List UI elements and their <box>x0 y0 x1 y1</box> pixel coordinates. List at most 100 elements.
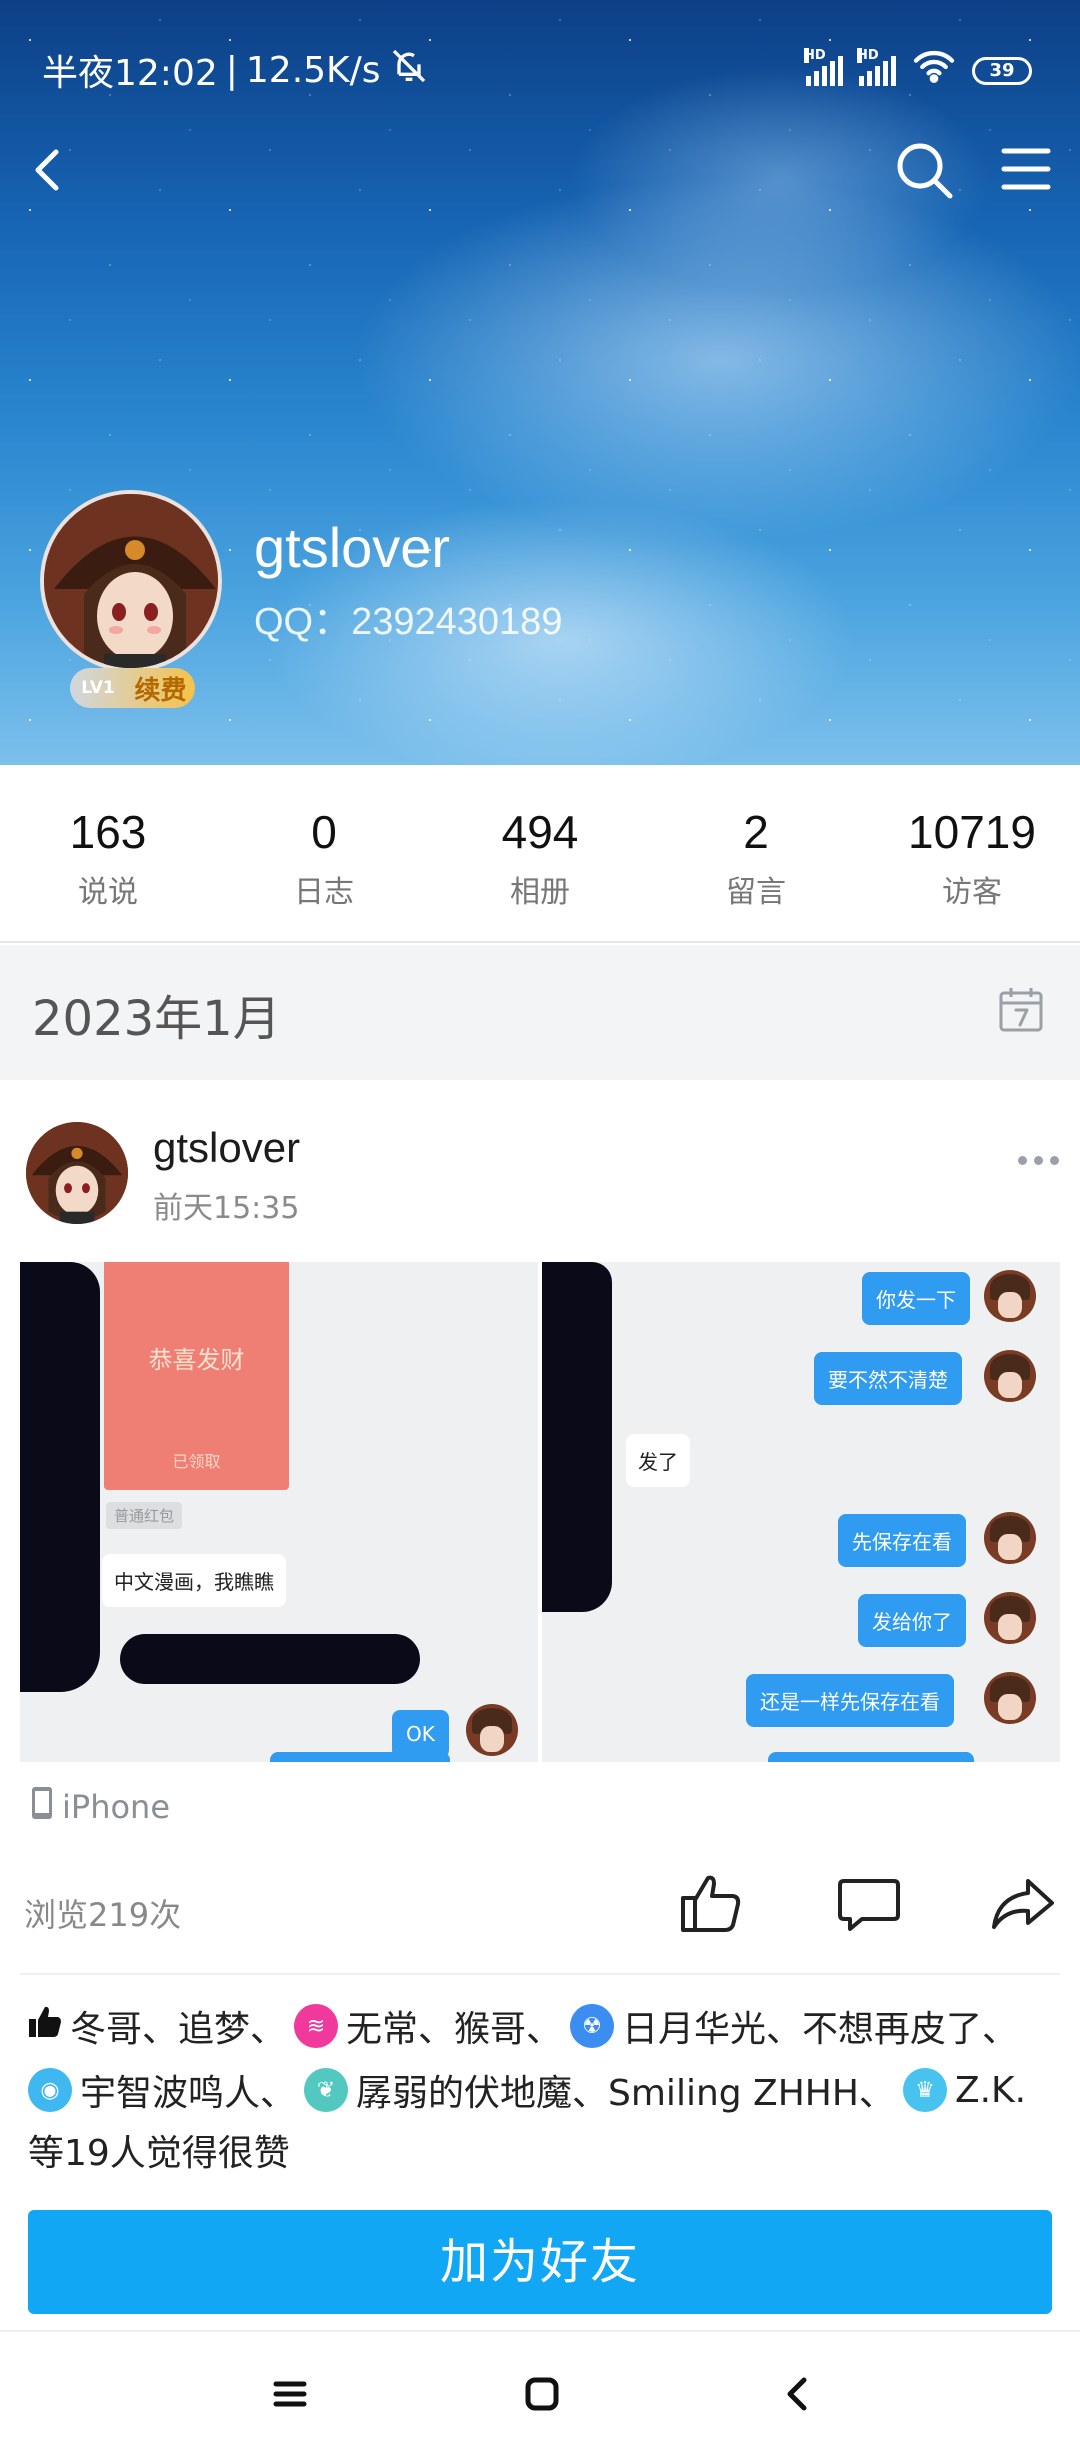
month-label: 2023年1月 <box>32 991 281 1047</box>
like-button[interactable] <box>678 1870 744 1936</box>
home-button[interactable] <box>524 2376 560 2412</box>
liker-names[interactable]: 日月华光、不想再皮了、 <box>622 2000 1018 2052</box>
device-name: iPhone <box>62 1788 171 1826</box>
chat-bubble: OK <box>392 1710 449 1758</box>
muted-bell-icon <box>389 46 429 95</box>
network-speed: 12.5K/s <box>245 49 381 91</box>
vip-badge-icon: ≋ <box>294 2004 339 2048</box>
phone-icon <box>30 1786 54 1828</box>
redaction-scribble <box>120 1634 420 1684</box>
profile-qq-number: QQ：2392430189 <box>254 601 563 643</box>
back-button[interactable] <box>20 138 80 202</box>
chat-avatar <box>984 1592 1036 1644</box>
likes-summary[interactable]: 等19人觉得很赞 <box>28 2124 290 2176</box>
liker-names[interactable]: 宇智波鸣人、 <box>80 2064 296 2116</box>
more-options-icon[interactable] <box>1018 1150 1062 1170</box>
chat-bubble-partial <box>270 1752 450 1762</box>
chat-avatar <box>984 1350 1036 1402</box>
stat-value: 10719 <box>908 806 1036 858</box>
status-time: 半夜12:02 <box>42 53 218 94</box>
comment-button[interactable] <box>836 1875 902 1935</box>
recent-apps-button[interactable] <box>272 2376 308 2412</box>
post-author-avatar[interactable] <box>26 1122 128 1224</box>
add-friend-button[interactable]: 加为好友 <box>28 2210 1052 2314</box>
stat-albums[interactable]: 494 相册 <box>432 765 648 941</box>
chat-avatar <box>984 1512 1036 1564</box>
add-friend-bar: 加为好友 <box>0 2190 1080 2330</box>
wifi-icon <box>912 48 956 93</box>
stat-label: 相册 <box>510 875 570 910</box>
stat-value: 163 <box>69 806 147 858</box>
liker-names[interactable]: 孱弱的伏地魔、Smiling ZHHH、 <box>356 2064 895 2116</box>
month-header: 2023年1月 <box>0 945 1080 1080</box>
chat-bubble: 要不然不清楚 <box>814 1352 962 1405</box>
profile-stats: 163 说说 0 日志 494 相册 2 留言 10719 访客 <box>0 765 1080 943</box>
thumbs-up-icon <box>28 2005 62 2048</box>
red-packet-status: 已领取 <box>172 1452 221 1471</box>
post-images: 恭喜发财 已领取 普通红包 中文漫画，我瞧瞧 OK 你发一下 要不然不清楚 发了… <box>20 1262 1060 1762</box>
leaf-badge-icon: ❦ <box>304 2068 349 2112</box>
renew-label: 续费 <box>134 675 187 706</box>
red-packet-title: 恭喜发财 <box>148 1346 245 1374</box>
chat-bubble: 中文漫画，我瞧瞧 <box>102 1554 286 1607</box>
menu-button[interactable] <box>990 134 1060 204</box>
stat-posts[interactable]: 163 说说 <box>0 765 216 941</box>
stat-value: 0 <box>311 806 337 858</box>
system-back-button[interactable] <box>782 2374 810 2414</box>
status-right: HD HD 39 <box>804 47 1032 93</box>
battery-level: 39 <box>989 60 1015 81</box>
stat-value: 2 <box>743 806 769 858</box>
post-image-left[interactable]: 恭喜发财 已领取 普通红包 中文漫画，我瞧瞧 OK <box>20 1262 538 1762</box>
system-navigation-bar <box>0 2332 1080 2460</box>
status-separator: | <box>225 49 238 91</box>
post-device: iPhone <box>30 1786 170 1828</box>
chat-bubble: 你发一下 <box>862 1272 970 1325</box>
feed-post: gtslover 前天15:35 恭喜发财 已领取 普通红包 中文漫画，我瞧瞧 … <box>0 1080 1080 2180</box>
post-divider <box>20 1973 1060 1975</box>
stat-visitors[interactable]: 10719 访客 <box>864 765 1080 941</box>
vip-level-badge[interactable]: LV1 续费 <box>70 668 195 708</box>
stat-blogs[interactable]: 0 日志 <box>216 765 432 941</box>
chat-bubble: 先保存在看 <box>838 1514 966 1567</box>
stat-label: 日志 <box>294 875 354 910</box>
battery-icon: 39 <box>972 56 1032 85</box>
profile-avatar[interactable] <box>40 490 222 672</box>
signal-icon-2: HD <box>857 47 896 86</box>
stat-value: 494 <box>501 806 579 858</box>
post-timestamp: 前天15:35 <box>153 1191 300 1226</box>
share-button[interactable] <box>990 1875 1056 1935</box>
likes-count-text: 等19人觉得很赞 <box>28 2133 290 2174</box>
crown-badge-icon: ♛ <box>902 2068 947 2112</box>
profile-banner: 半夜12:02 | 12.5K/s HD HD 39 LV1 续费 gtslov… <box>0 0 1080 765</box>
stat-label: 访客 <box>942 875 1002 910</box>
status-bar: 半夜12:02 | 12.5K/s HD HD 39 <box>0 0 1080 130</box>
radiation-badge-icon: ☢ <box>570 2004 615 2048</box>
chat-bubble: 发了 <box>626 1434 690 1487</box>
level-label: LV1 <box>81 678 115 698</box>
search-button[interactable] <box>890 134 960 204</box>
liker-names[interactable]: Z.K. <box>955 2070 1026 2111</box>
chat-bubble-partial <box>768 1752 974 1762</box>
red-packet-type: 普通红包 <box>106 1502 183 1529</box>
chat-bubble: 还是一样先保存在看 <box>746 1674 954 1727</box>
redaction-scribble <box>20 1262 100 1692</box>
view-count: 浏览219次 <box>24 1896 182 1934</box>
chat-avatar <box>984 1672 1036 1724</box>
liker-names[interactable]: 冬哥、追梦、 <box>70 2000 286 2052</box>
calendar-icon[interactable] <box>998 985 1044 1033</box>
liker-names[interactable]: 无常、猴哥、 <box>346 2000 562 2052</box>
signal-icon: HD <box>804 47 843 86</box>
red-packet: 恭喜发财 已领取 <box>104 1262 289 1490</box>
status-left: 半夜12:02 | 12.5K/s <box>42 44 429 96</box>
top-nav <box>0 130 1080 210</box>
stat-messages[interactable]: 2 留言 <box>648 765 864 941</box>
likes-line-2: ◉ 宇智波鸣人、 ❦ 孱弱的伏地魔、Smiling ZHHH、 ♛ Z.K. <box>28 2064 1026 2116</box>
chat-bubble: 发给你了 <box>858 1594 966 1647</box>
likes-line-1: 冬哥、追梦、 ≋ 无常、猴哥、 ☢ 日月华光、不想再皮了、 <box>28 2000 1018 2052</box>
redaction-scribble <box>542 1262 612 1612</box>
post-image-right[interactable]: 你发一下 要不然不清楚 发了 先保存在看 发给你了 还是一样先保存在看 <box>542 1262 1060 1762</box>
chat-avatar <box>984 1270 1036 1322</box>
stat-label: 说说 <box>78 875 138 910</box>
profile-name: gtslover <box>254 516 451 579</box>
post-author-name[interactable]: gtslover <box>153 1124 300 1172</box>
